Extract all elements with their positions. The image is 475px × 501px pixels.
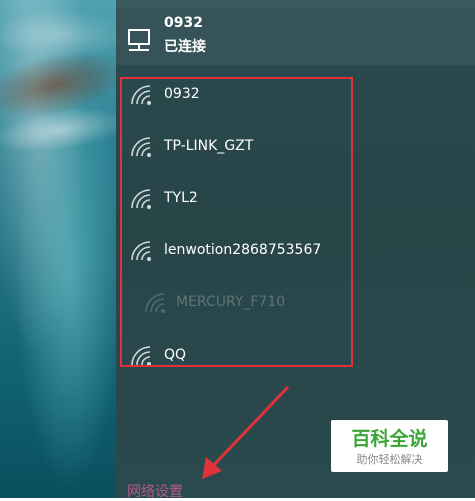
connected-status: 已连接 (164, 39, 206, 55)
desktop-wallpaper (0, 0, 135, 498)
watermark-title: 百科全说 (351, 428, 428, 450)
network-settings-link[interactable]: 网络设置 (127, 481, 183, 501)
watermark-subtitle: 助你轻松解决 (356, 453, 423, 466)
watermark-logo: 百科全说 助你轻松解决 (331, 420, 448, 472)
monitor-icon (128, 29, 150, 51)
flyout-top-strip (116, 0, 475, 8)
connected-network[interactable]: 0932 已连接 (116, 8, 475, 65)
annotation-highlight-box (120, 77, 353, 367)
annotation-arrow-icon (202, 385, 290, 479)
connected-network-name: 0932 (164, 15, 203, 31)
